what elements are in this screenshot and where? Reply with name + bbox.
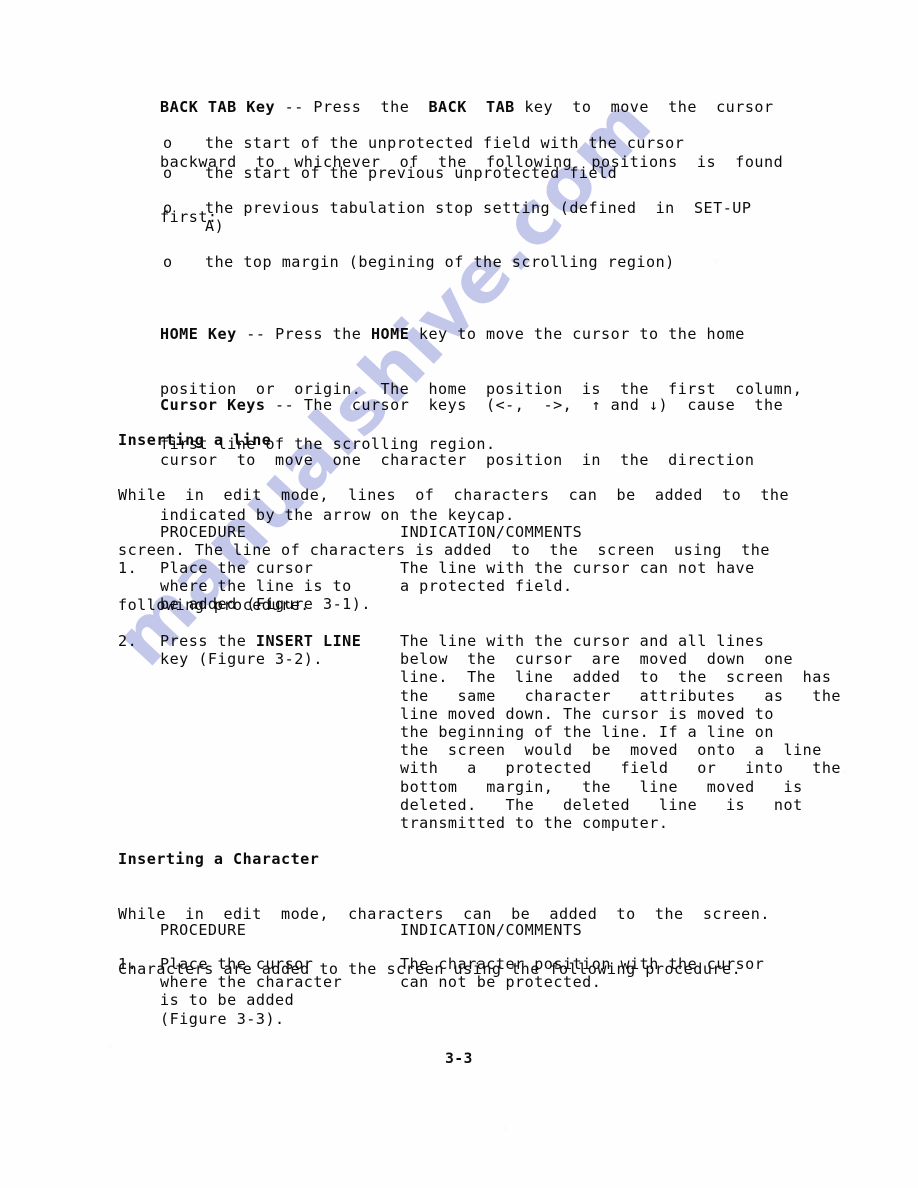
cursor-keys-line1-text: The cursor keys (<-, ->, ↑ and ↓) cause … bbox=[303, 396, 784, 415]
bullet-icon: o bbox=[163, 253, 173, 271]
back-tab-keyname: BACK TAB bbox=[428, 98, 515, 117]
step-indication-line: The character position with the cursor bbox=[400, 955, 765, 973]
back-tab-line1-b: key to move the cursor bbox=[514, 98, 774, 117]
step-procedure-line: (Figure 3-3). bbox=[160, 1009, 285, 1028]
step-indication-line: transmitted to the computer. bbox=[400, 814, 669, 832]
page-number: 3-3 bbox=[445, 1051, 473, 1067]
back-tab-line1-a: Press the bbox=[313, 98, 429, 117]
step-indication-line: below the cursor are moved down one bbox=[400, 650, 794, 669]
home-key-term: HOME Key bbox=[160, 325, 237, 344]
bullet-icon: o bbox=[163, 164, 173, 182]
step-procedure-line: be added (Figure 3-1). bbox=[160, 595, 371, 614]
step-indication-line: bottom margin, the line moved is bbox=[400, 777, 803, 796]
home-key-line1-b: key to move the cursor to the home bbox=[409, 325, 745, 344]
cursor-keys-line-1: Cursor Keys -- The cursor keys (<-, ->, … bbox=[160, 396, 850, 414]
procedure-step: 1. Place the cursor where the character … bbox=[118, 955, 764, 1119]
manual-page: manualshive.com BACK TAB Key -- Press th… bbox=[0, 0, 918, 1188]
column-header-procedure: PROCEDURE bbox=[160, 523, 247, 541]
step-indication-line: the same character attributes as the bbox=[400, 686, 842, 705]
back-tab-line-1: BACK TAB Key -- Press the BACK TAB key t… bbox=[160, 98, 850, 116]
insert-line-keyname: INSERT LINE bbox=[255, 632, 362, 650]
step-number: 1. bbox=[118, 559, 138, 577]
home-key-line1-a: Press the bbox=[275, 325, 371, 344]
step-indication-line: can not be protected. bbox=[400, 973, 602, 992]
inserting-line-intro: While in edit mode, lines of characters … bbox=[118, 450, 850, 650]
list-item-label: the previous tabulation stop setting (de… bbox=[205, 199, 752, 217]
step-procedure-line: where the character bbox=[160, 973, 343, 992]
cursor-keys-term: Cursor Keys bbox=[160, 396, 266, 415]
home-key-line-1: HOME Key -- Press the HOME key to move t… bbox=[160, 325, 850, 343]
list-item-label: the top margin (begining of the scrollin… bbox=[205, 253, 675, 271]
step-number: 1. bbox=[118, 955, 138, 973]
step-indication-line: deleted. The deleted line is not bbox=[400, 795, 803, 814]
column-header-indication: INDICATION/COMMENTS bbox=[400, 523, 583, 541]
list-item-label: the start of the previous unprotected fi… bbox=[205, 164, 618, 182]
back-tab-term: BACK TAB Key bbox=[160, 98, 276, 117]
back-tab-dash: -- bbox=[275, 98, 314, 117]
step-number: 2. bbox=[118, 632, 138, 650]
step-procedure-line: Press the INSERT LINE bbox=[160, 632, 361, 650]
step-indication-line: the beginning of the line. If a line on bbox=[400, 723, 774, 741]
step-procedure-text: Press the bbox=[160, 632, 256, 650]
bullet-icon: o bbox=[163, 134, 173, 152]
list-item-label: the start of the unprotected field with … bbox=[205, 134, 685, 152]
step-indication-line: a protected field. bbox=[400, 577, 573, 596]
bullet-icon: o bbox=[163, 199, 173, 217]
step-procedure-line: key (Figure 3-2). bbox=[160, 650, 323, 669]
step-procedure-line: is to be added bbox=[160, 991, 295, 1010]
step-procedure-line: Place the cursor bbox=[160, 559, 314, 577]
section-heading-inserting-a-line: Inserting a line bbox=[118, 431, 272, 449]
inserting-line-intro-2: screen. The line of characters is added … bbox=[118, 541, 770, 560]
home-key-keyname: HOME bbox=[370, 325, 410, 344]
section-heading-inserting-a-character: Inserting a Character bbox=[118, 850, 320, 868]
home-key-dash: -- bbox=[236, 325, 276, 344]
step-indication-line: the screen would be moved onto a line bbox=[400, 741, 822, 760]
step-indication-line: with a protected field or into the bbox=[400, 759, 842, 778]
list-item-label-continuation: A) bbox=[205, 217, 225, 236]
column-header-indication: INDICATION/COMMENTS bbox=[400, 921, 583, 939]
step-procedure-line: Place the cursor bbox=[160, 955, 314, 973]
back-tab-paragraph: BACK TAB Key -- Press the BACK TAB key t… bbox=[160, 62, 850, 262]
column-header-procedure: PROCEDURE bbox=[160, 921, 247, 939]
step-procedure-line: where the line is to bbox=[160, 577, 352, 596]
step-indication-line: The line with the cursor can not have bbox=[400, 559, 755, 577]
cursor-keys-dash: -- bbox=[265, 396, 304, 415]
step-indication-line: line. The line added to the screen has bbox=[400, 668, 832, 687]
step-indication-line: The line with the cursor and all lines bbox=[400, 632, 765, 650]
step-indication-line: line moved down. The cursor is moved to bbox=[400, 704, 774, 723]
inserting-line-intro-1: While in edit mode, lines of characters … bbox=[118, 486, 790, 505]
